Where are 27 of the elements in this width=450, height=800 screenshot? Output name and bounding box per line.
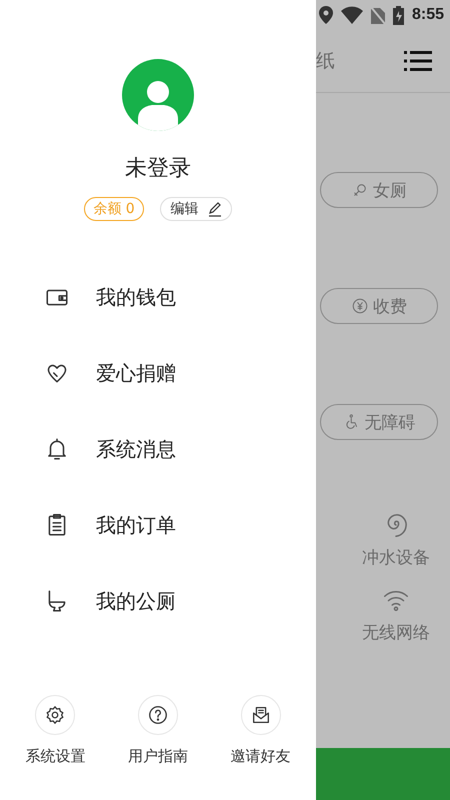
login-status[interactable]: 未登录 (125, 153, 191, 183)
edit-button[interactable]: 编辑 (160, 197, 232, 221)
menu-item[interactable]: 我的公厕 (0, 563, 316, 639)
location-icon (318, 6, 333, 24)
balance-badge: 余额 0 (84, 197, 144, 221)
no-sim-icon (370, 6, 385, 24)
feature-label: 冲水设备 (362, 547, 430, 569)
menu-item[interactable]: 系统消息 (0, 411, 316, 487)
footer-button[interactable] (35, 695, 76, 735)
menu-item[interactable]: 我的钱包 (0, 259, 316, 335)
question-icon (146, 704, 169, 726)
wifi-signal-icon (340, 6, 363, 24)
menu-item[interactable]: 我的订单 (0, 487, 316, 563)
footer-button[interactable] (138, 695, 178, 735)
footer-label[interactable]: 邀请好友 (230, 747, 291, 766)
footer-label[interactable]: 用户指南 (128, 747, 188, 766)
feature-label: 无线网络 (362, 622, 430, 644)
clock-time: 8:55 (412, 6, 444, 24)
battery-icon (392, 6, 404, 24)
header-title: 纸 (316, 49, 335, 74)
menu-icon[interactable] (404, 50, 432, 72)
footer-button[interactable] (240, 695, 281, 735)
yen-icon (351, 297, 369, 315)
settings-icon (44, 704, 66, 726)
menu-item[interactable]: 爱心捐赠 (0, 335, 316, 411)
footer-label[interactable]: 系统设置 (25, 747, 86, 766)
pencil-icon (206, 201, 223, 217)
